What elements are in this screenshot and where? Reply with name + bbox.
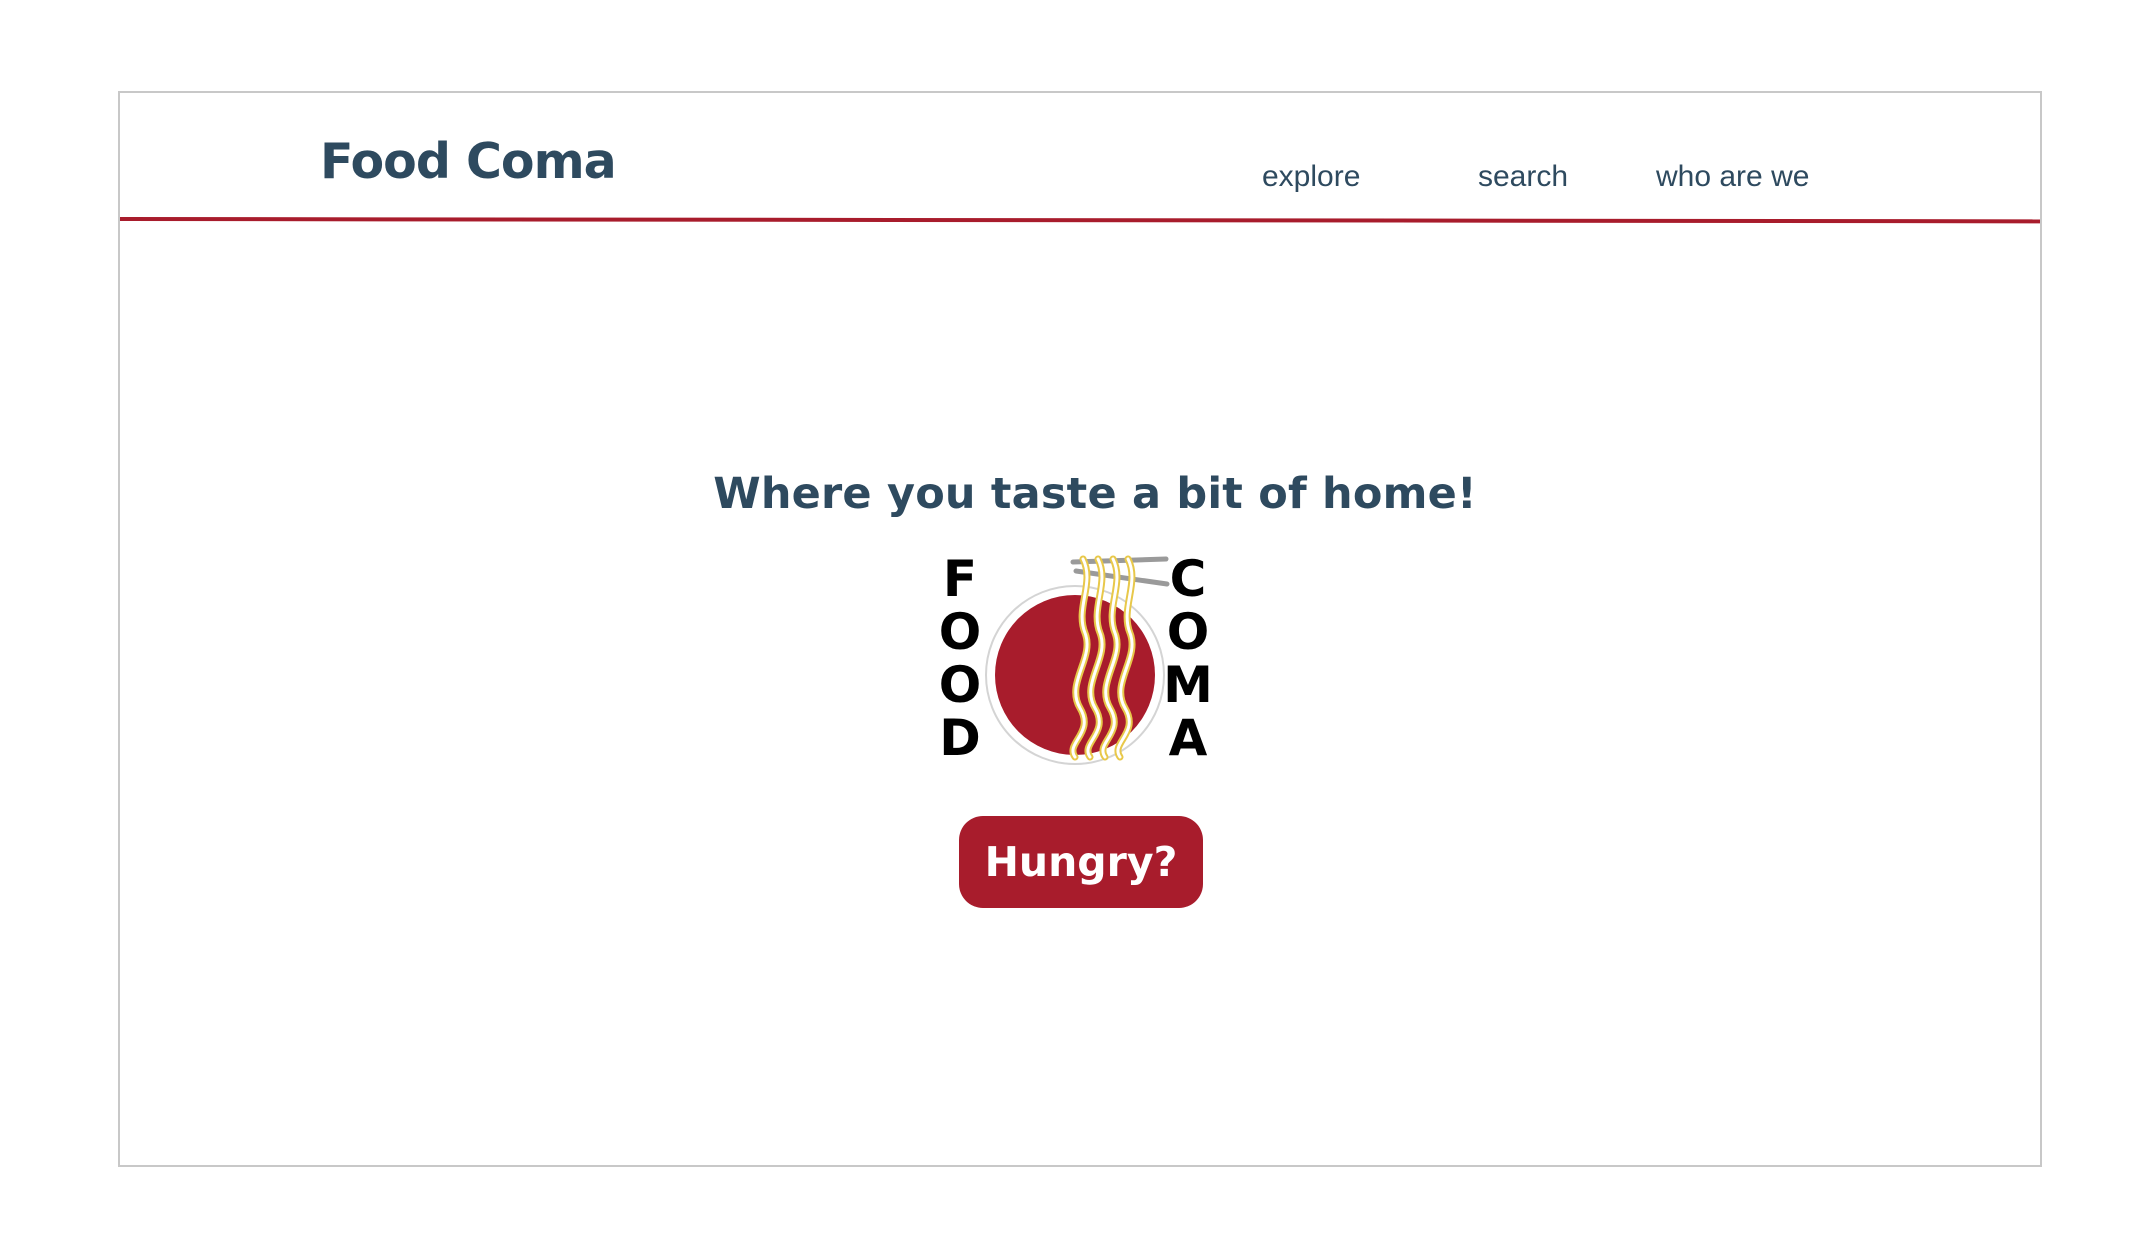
food-coma-logo: F O O D C O M A [935, 553, 1235, 773]
logo-letter: O [938, 656, 982, 714]
logo-letter: A [1168, 709, 1208, 767]
logo-letter: C [1169, 550, 1207, 608]
logo-letter: D [939, 709, 981, 767]
logo-letter: O [938, 603, 982, 661]
bowl-fill [995, 595, 1155, 755]
hero-section: Where you taste a bit of home! F O O D C… [120, 93, 2040, 1165]
page-frame: Food Coma explore search who are we Wher… [118, 91, 2042, 1167]
logo-letter: O [1166, 603, 1210, 661]
logo-word-food: F O O D [935, 553, 985, 765]
hero-tagline: Where you taste a bit of home! [120, 473, 2040, 516]
hero-tagline-text: Where you taste a bit of home! [713, 469, 1477, 519]
logo-letter: M [1163, 656, 1213, 714]
hungry-button[interactable]: Hungry? [959, 816, 1203, 908]
logo-letter: F [942, 550, 978, 608]
logo-word-coma: C O M A [1163, 553, 1213, 765]
